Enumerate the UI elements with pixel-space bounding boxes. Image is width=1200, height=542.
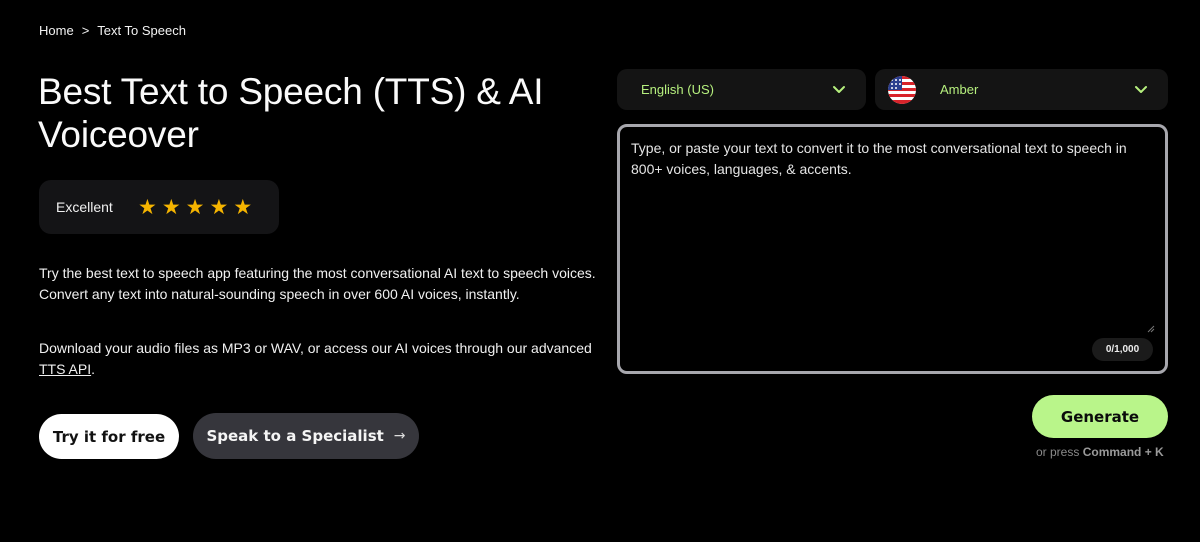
page-title: Best Text to Speech (TTS) & AI Voiceover <box>38 71 544 155</box>
chevron-down-icon <box>833 86 845 93</box>
keyboard-shortcut-hint: or press Command + K <box>1036 445 1164 459</box>
language-value: English (US) <box>641 82 714 97</box>
breadcrumb-home[interactable]: Home <box>39 23 74 38</box>
tts-api-link[interactable]: TTS API <box>39 361 91 377</box>
hint-prefix: or press <box>1036 445 1080 459</box>
breadcrumb-current: Text To Speech <box>97 23 186 38</box>
specialist-label: Speak to a Specialist <box>206 427 384 445</box>
star-icon: ★ <box>209 195 229 219</box>
generate-button[interactable]: Generate <box>1032 395 1168 438</box>
download-description: Download your audio files as MP3 or WAV,… <box>39 338 599 380</box>
character-counter: 0/1,000 <box>1092 338 1153 361</box>
download-text: Download your audio files as MP3 or WAV,… <box>39 340 592 356</box>
breadcrumb: Home > Text To Speech <box>39 23 186 38</box>
text-input-container: 0/1,000 <box>617 124 1168 374</box>
arrow-right-icon: → <box>393 428 406 444</box>
speak-to-specialist-button[interactable]: Speak to a Specialist → <box>193 413 419 459</box>
voice-value: Amber <box>940 82 979 97</box>
star-icon: ★ <box>233 195 253 219</box>
star-icon: ★ <box>138 195 157 219</box>
star-icon: ★ <box>185 195 205 219</box>
resize-handle-icon[interactable] <box>1147 325 1155 333</box>
rating-stars: ★ ★ ★ ★ ★ <box>138 197 252 218</box>
hero-description: Try the best text to speech app featurin… <box>39 265 596 302</box>
rating-label: Excellent <box>56 199 113 215</box>
chevron-down-icon <box>1135 86 1147 93</box>
us-flag-icon <box>888 75 916 104</box>
tts-text-input[interactable] <box>620 127 1165 371</box>
breadcrumb-separator: > <box>81 23 90 38</box>
language-select[interactable]: English (US) <box>617 69 866 110</box>
star-icon: ★ <box>161 195 181 219</box>
try-free-button[interactable]: Try it for free <box>39 414 179 459</box>
download-suffix: . <box>91 361 96 377</box>
rating-badge: Excellent ★ ★ ★ ★ ★ <box>39 180 279 234</box>
voice-select[interactable]: Amber <box>875 69 1168 110</box>
hint-shortcut: Command + K <box>1082 445 1164 459</box>
